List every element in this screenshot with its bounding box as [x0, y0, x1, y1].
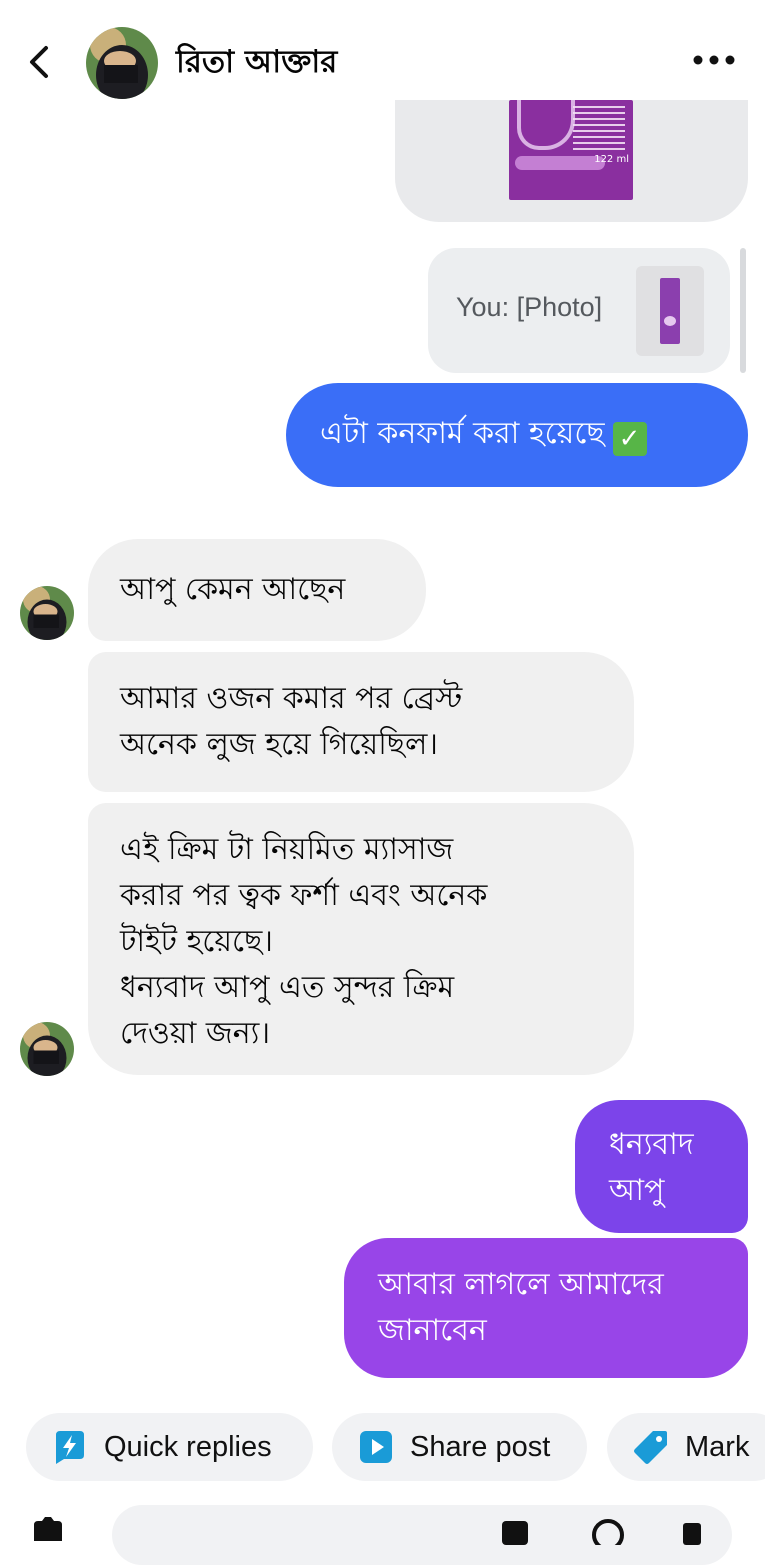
- mark-button[interactable]: Mark: [607, 1413, 765, 1481]
- reply-preview-text: You: [Photo]: [456, 292, 603, 322]
- message-line: করার পর ত্বক ফর্শা এবং অনেক: [120, 878, 488, 913]
- avatar-image: [20, 586, 74, 640]
- message-line: আপু: [609, 1173, 665, 1208]
- product-volume: 122 ml: [594, 154, 629, 165]
- product-text-lines: [573, 106, 625, 150]
- incoming-message[interactable]: আমার ওজন কমার পর ব্রেস্ট অনেক লুজ হয়ে গ…: [88, 652, 634, 792]
- quick-replies-button[interactable]: Quick replies: [26, 1413, 313, 1481]
- product-graphic: [517, 100, 575, 150]
- chevron-left-icon[interactable]: [22, 42, 56, 82]
- reply-indicator-bar: [740, 248, 746, 373]
- contact-name[interactable]: রিতা আক্তার: [176, 42, 337, 82]
- camera-icon[interactable]: [30, 1515, 66, 1545]
- product-badge: [515, 156, 605, 170]
- incoming-message[interactable]: আপু কেমন আছেন: [88, 539, 426, 641]
- quick-replies-label: Quick replies: [104, 1431, 272, 1463]
- outgoing-message[interactable]: আবার লাগলে আমাদের জানাবেন: [344, 1238, 748, 1378]
- contact-avatar[interactable]: [86, 27, 158, 99]
- message-text: আপু কেমন আছেন: [120, 572, 346, 607]
- message-line: অনেক লুজ হয়ে গিয়েছিল।: [120, 727, 439, 762]
- reply-photo-thumbnail: [636, 266, 704, 356]
- message-line: এই ক্রিম টা নিয়মিত ম্যাসাজ: [120, 832, 454, 867]
- avatar-image: [86, 27, 158, 99]
- outgoing-message[interactable]: ধন্যবাদ আপু: [575, 1100, 748, 1233]
- like-icon[interactable]: [675, 1515, 711, 1545]
- message-line: ধন্যবাদ আপু এত সুন্দর ক্রিম: [120, 970, 455, 1005]
- message-line: দেওয়া জন্য।: [120, 1016, 271, 1051]
- message-line: আবার লাগলে আমাদের: [378, 1267, 664, 1302]
- sender-avatar[interactable]: [20, 1022, 74, 1076]
- message-text: এটা কনফার্ম করা হয়েছে: [320, 416, 605, 451]
- message-line: ধন্যবাদ: [609, 1127, 694, 1162]
- incoming-message[interactable]: এই ক্রিম টা নিয়মিত ম্যাসাজ করার পর ত্বক…: [88, 803, 634, 1075]
- tag-icon: [634, 1431, 667, 1464]
- message-input[interactable]: [112, 1505, 732, 1565]
- share-post-button[interactable]: Share post: [332, 1413, 587, 1481]
- share-post-label: Share post: [410, 1431, 551, 1463]
- mark-label: Mark: [685, 1431, 750, 1463]
- reply-preview-card[interactable]: You: [Photo]: [428, 248, 730, 373]
- product-tube-image: [660, 278, 680, 344]
- emoji-icon[interactable]: [590, 1515, 626, 1545]
- lightning-bubble-icon: [56, 1431, 84, 1464]
- product-box-image: 122 ml: [509, 100, 633, 200]
- play-square-icon: [360, 1431, 392, 1463]
- message-line: আমার ওজন কমার পর ব্রেস্ট: [120, 681, 463, 716]
- sender-avatar[interactable]: [20, 586, 74, 640]
- avatar-image: [20, 1022, 74, 1076]
- shared-photo-message[interactable]: 122 ml: [395, 100, 748, 222]
- sticker-icon[interactable]: [498, 1515, 534, 1545]
- message-line: টাইট হয়েছে।: [120, 924, 273, 959]
- message-line: জানাবেন: [378, 1313, 487, 1348]
- more-horizontal-icon[interactable]: [688, 48, 740, 72]
- outgoing-message-confirmed[interactable]: এটা কনফার্ম করা হয়েছে ✓: [286, 383, 748, 487]
- check-mark-icon: ✓: [612, 422, 647, 456]
